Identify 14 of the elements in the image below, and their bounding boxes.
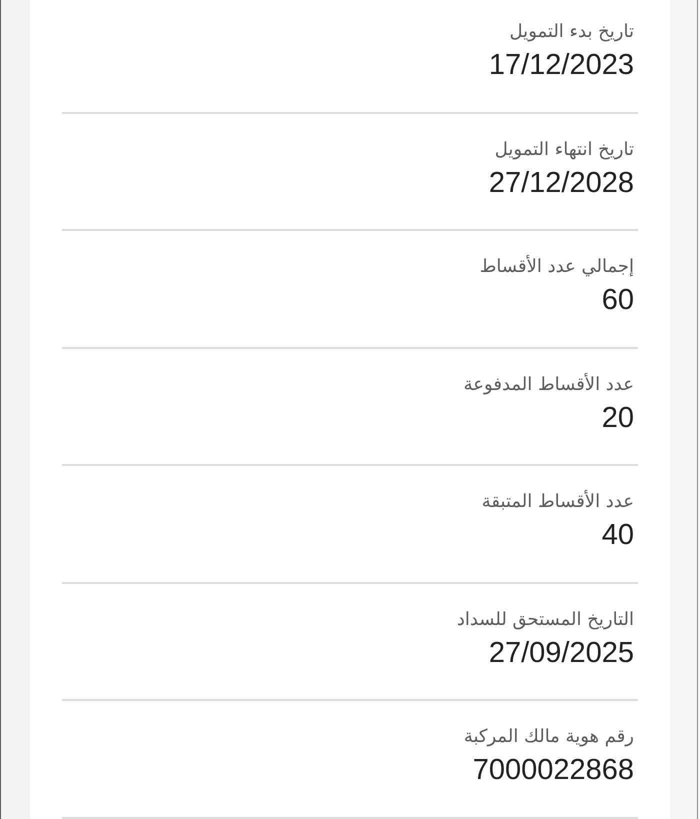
field-label: إجمالي عدد الأقساط bbox=[480, 254, 634, 279]
field-label: التاريخ المستحق للسداد bbox=[456, 608, 634, 632]
field-value: 7000022868 bbox=[472, 753, 634, 788]
field-value: 27/09/2025 bbox=[488, 636, 634, 670]
field-label: عدد الأقساط المتبقة bbox=[482, 488, 634, 514]
field-value: 17/12/2023 bbox=[488, 48, 634, 83]
field-label: عدد الأقساط المدفوعة bbox=[464, 372, 634, 396]
field-label: رقم هوية مالك المركبة bbox=[464, 725, 634, 749]
field-value: 20 bbox=[602, 400, 634, 436]
field-value: 40 bbox=[602, 518, 634, 553]
field-value: 60 bbox=[602, 283, 634, 318]
field-value: 27/12/2028 bbox=[488, 166, 634, 200]
field-label: تاريخ انتهاء التمويل bbox=[494, 138, 634, 162]
field-label: تاريخ بدء التمويل bbox=[510, 20, 634, 44]
